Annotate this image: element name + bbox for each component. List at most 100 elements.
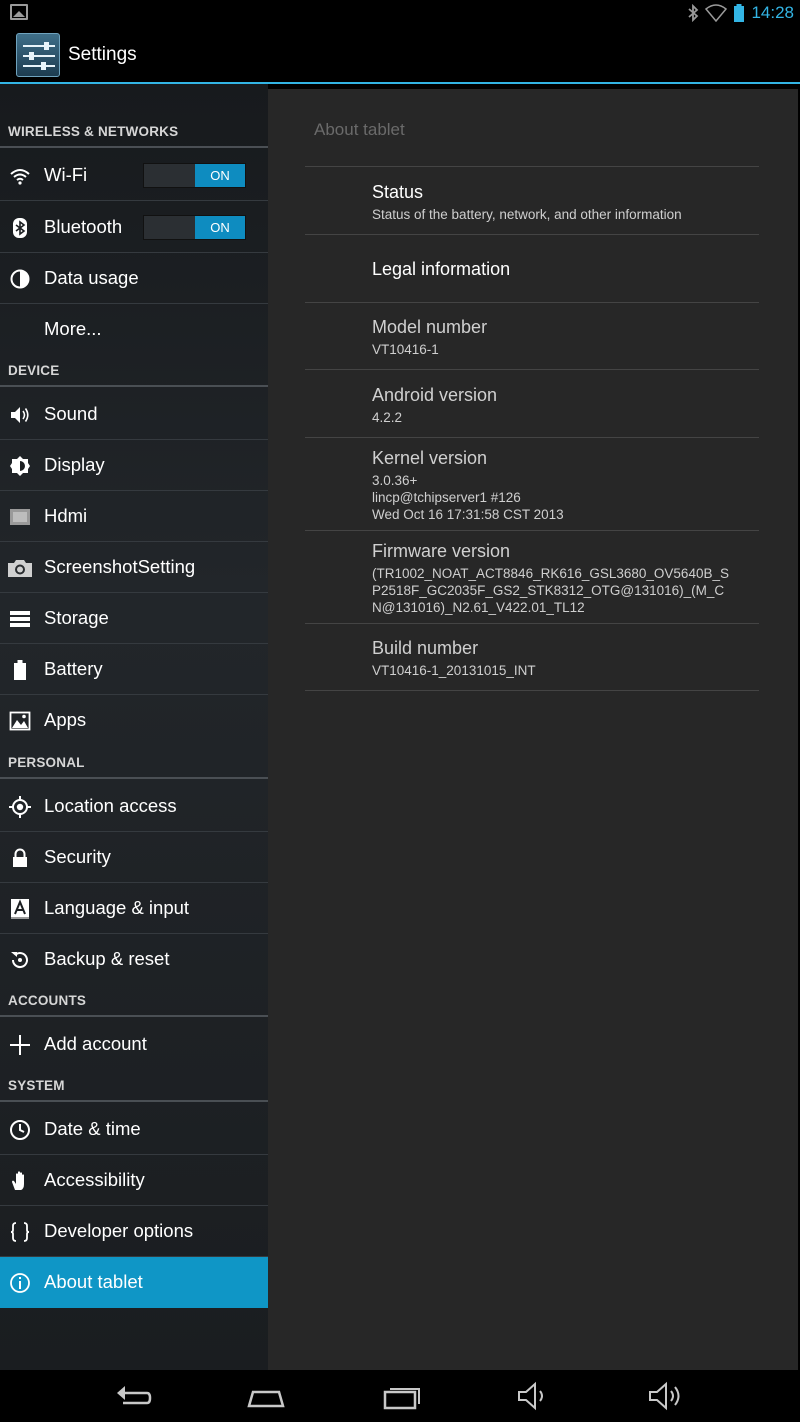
volume-down-icon[interactable] (513, 1380, 553, 1412)
section-label: PERSONAL (8, 755, 85, 770)
sidebar-item-hdmi[interactable]: Hdmi (0, 491, 268, 542)
entry-value-line: 3.0.36+ (372, 473, 418, 488)
sidebar-item-bluetooth[interactable]: Bluetooth ON (0, 202, 268, 253)
app-title: Settings (68, 44, 137, 65)
section-label: ACCOUNTS (8, 993, 87, 1008)
section-label: DEVICE (8, 363, 60, 378)
lock-icon (13, 848, 27, 867)
entry-title: Android version (372, 385, 498, 405)
wifi-toggle[interactable]: ON (143, 163, 246, 188)
entry-title: Status (372, 182, 424, 202)
battery-icon (734, 4, 745, 22)
sidebar-item-label: Display (44, 454, 105, 475)
entry-value-line: Wed Oct 16 17:31:58 CST 2013 (372, 507, 564, 522)
recent-apps-icon[interactable] (381, 1380, 421, 1412)
navigation-bar (0, 1370, 800, 1422)
hand-icon (12, 1171, 24, 1190)
sidebar-item-about-tablet[interactable]: About tablet (0, 1257, 268, 1308)
sidebar-item-label: Accessibility (44, 1169, 145, 1190)
wifi-icon (705, 4, 728, 22)
sidebar-item-language-input[interactable]: Language & input (0, 883, 268, 934)
sidebar-item-date-time[interactable]: Date & time (0, 1104, 268, 1155)
entry-title: Kernel version (372, 448, 488, 468)
sidebar-item-location-access[interactable]: Location access (0, 781, 268, 832)
apps-icon (9, 711, 31, 731)
status-bar: 14:28 (0, 0, 800, 26)
entry-value-line: N@131016)_N2.61_V422.01_TL12 (372, 600, 585, 615)
braces-icon (10, 1222, 30, 1242)
sidebar-item-label: Developer options (44, 1220, 194, 1241)
entry-title: Build number (372, 638, 479, 658)
sidebar-item-apps[interactable]: Apps (0, 695, 268, 746)
sidebar-item-label: Data usage (44, 267, 139, 288)
storage-icon (10, 611, 30, 627)
toggle-on-label: ON (195, 216, 245, 239)
entry-title: Firmware version (372, 541, 511, 561)
clock: 14:28 (751, 3, 794, 22)
sidebar-item-label: Date & time (44, 1118, 141, 1139)
brightness-icon (10, 456, 30, 476)
sidebar-item-add-account[interactable]: Add account (0, 1019, 268, 1070)
section-label: WIRELESS & NETWORKS (8, 124, 179, 139)
sidebar-item-label: More... (44, 318, 102, 339)
sidebar-item-label: Storage (44, 607, 109, 628)
sidebar-item-storage[interactable]: Storage (0, 593, 268, 644)
entry-title: Model number (372, 317, 488, 337)
sidebar-item-developer-options[interactable]: Developer options (0, 1206, 268, 1257)
divider (305, 234, 759, 235)
about-tablet-panel: About tablet Status Status of the batter… (268, 89, 798, 1370)
divider (305, 302, 759, 303)
section-device: DEVICE (0, 349, 268, 387)
toggle-on-label: ON (195, 164, 245, 187)
section-personal: PERSONAL (0, 741, 268, 779)
section-label: SYSTEM (8, 1078, 65, 1093)
sidebar-item-wifi[interactable]: Wi-Fi ON (0, 150, 268, 201)
bluetooth-icon (688, 4, 699, 22)
volume-up-icon[interactable] (646, 1380, 686, 1412)
camera-icon (8, 560, 32, 577)
settings-app-icon[interactable] (16, 33, 60, 77)
bluetooth-icon (13, 218, 27, 238)
entry-value: VT10416-1_20131015_INT (372, 663, 536, 678)
sidebar-item-label: Hdmi (44, 505, 88, 526)
back-icon[interactable] (113, 1380, 153, 1412)
data-usage-icon (10, 269, 30, 289)
entry-summary: Status of the battery, network, and othe… (372, 207, 682, 222)
sidebar-item-data-usage[interactable]: Data usage (0, 253, 268, 304)
sidebar-item-label: Battery (44, 658, 103, 679)
sidebar-item-label: Bluetooth (44, 216, 123, 237)
sidebar-item-battery[interactable]: Battery (0, 644, 268, 695)
restore-icon (11, 952, 28, 969)
action-bar: Settings (0, 26, 800, 82)
sidebar-item-label: Add account (44, 1033, 147, 1054)
entry-value-line: lincp@tchipserver1 #126 (372, 490, 521, 505)
section-system: SYSTEM (0, 1064, 268, 1102)
section-accounts: ACCOUNTS (0, 979, 268, 1017)
sidebar-item-label: Backup & reset (44, 948, 170, 969)
sidebar-item-backup-reset[interactable]: Backup & reset (0, 934, 268, 985)
settings-sidebar: WIRELESS & NETWORKS Wi-Fi ON Bluetooth O… (0, 84, 268, 1370)
sidebar-item-screenshot-setting[interactable]: ScreenshotSetting (0, 542, 268, 593)
sidebar-item-security[interactable]: Security (0, 832, 268, 883)
sidebar-item-accessibility[interactable]: Accessibility (0, 1155, 268, 1206)
gallery-notification-icon (10, 4, 28, 20)
entry-value-line: P2518F_GC2035F_GS2_STK8312_OTG@131016)_(… (372, 583, 725, 598)
clock-icon (10, 1120, 30, 1140)
divider (305, 437, 759, 438)
sidebar-item-label: Location access (44, 795, 177, 816)
section-wireless-networks: WIRELESS & NETWORKS (0, 110, 268, 148)
sidebar-item-sound[interactable]: Sound (0, 389, 268, 440)
entry-value: 4.2.2 (372, 410, 403, 425)
bluetooth-toggle[interactable]: ON (143, 215, 246, 240)
hdmi-icon (10, 509, 30, 525)
status-icons: 14:28 (687, 3, 794, 23)
keyboard-letter-icon (11, 899, 29, 919)
divider (305, 530, 759, 531)
sidebar-item-more[interactable]: More... (0, 304, 268, 355)
battery-icon (14, 660, 26, 680)
sidebar-item-display[interactable]: Display (0, 440, 268, 491)
divider (305, 369, 759, 370)
home-icon[interactable] (246, 1380, 286, 1412)
divider (305, 623, 759, 624)
speaker-icon (11, 407, 29, 423)
